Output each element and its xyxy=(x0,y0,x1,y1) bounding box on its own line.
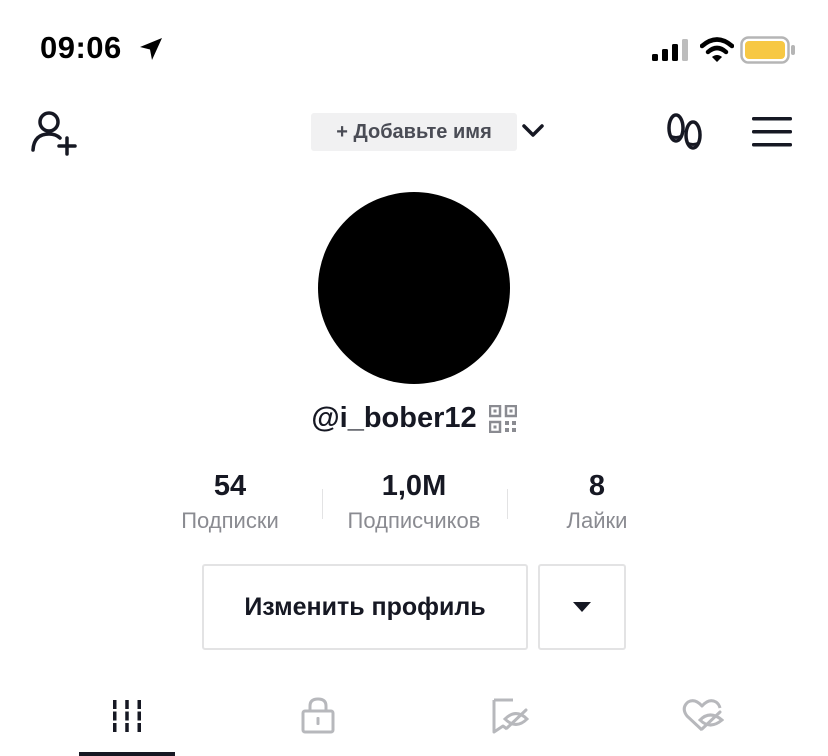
videos-grid-icon xyxy=(111,700,143,732)
wifi-icon xyxy=(700,37,734,62)
tab-videos[interactable] xyxy=(79,690,175,756)
edit-profile-button[interactable]: Изменить профиль xyxy=(202,564,528,650)
tab-saved[interactable] xyxy=(463,690,559,756)
battery-icon xyxy=(740,36,795,64)
stat-value: 1,0M xyxy=(381,470,447,502)
lock-icon xyxy=(301,697,335,734)
stat-label: Подписки xyxy=(181,508,279,533)
add-friend-icon[interactable] xyxy=(30,110,82,156)
add-name-button[interactable]: + Добавьте имя xyxy=(311,113,517,151)
stat-following[interactable]: 54 Подписки xyxy=(130,468,330,534)
stat-label: Лайки xyxy=(566,508,628,533)
location-arrow-icon xyxy=(140,38,162,60)
username-row: @i_bober12 xyxy=(0,402,828,435)
active-tab-indicator xyxy=(79,752,175,756)
tab-private[interactable] xyxy=(270,690,366,756)
chevron-down-icon[interactable] xyxy=(521,122,545,140)
stat-likes[interactable]: 8 Лайки xyxy=(497,468,697,534)
tab-liked[interactable] xyxy=(655,690,751,756)
cellular-signal-icon xyxy=(652,39,688,61)
username: @i_bober12 xyxy=(311,402,477,434)
heart-hidden-icon xyxy=(682,699,724,732)
status-time: 09:06 xyxy=(40,30,122,65)
menu-icon[interactable] xyxy=(752,116,792,148)
avatar[interactable] xyxy=(318,192,510,384)
stat-label: Подписчиков xyxy=(347,508,481,533)
more-options-button[interactable] xyxy=(538,564,626,650)
stat-value: 54 xyxy=(213,470,247,502)
bookmark-hidden-icon xyxy=(492,698,530,734)
stat-followers[interactable]: 1,0M Подписчиков xyxy=(314,468,514,534)
caret-down-icon xyxy=(573,602,591,612)
qr-code-icon[interactable] xyxy=(488,404,517,433)
footprint-icon[interactable] xyxy=(664,112,706,154)
stat-value: 8 xyxy=(588,470,606,502)
